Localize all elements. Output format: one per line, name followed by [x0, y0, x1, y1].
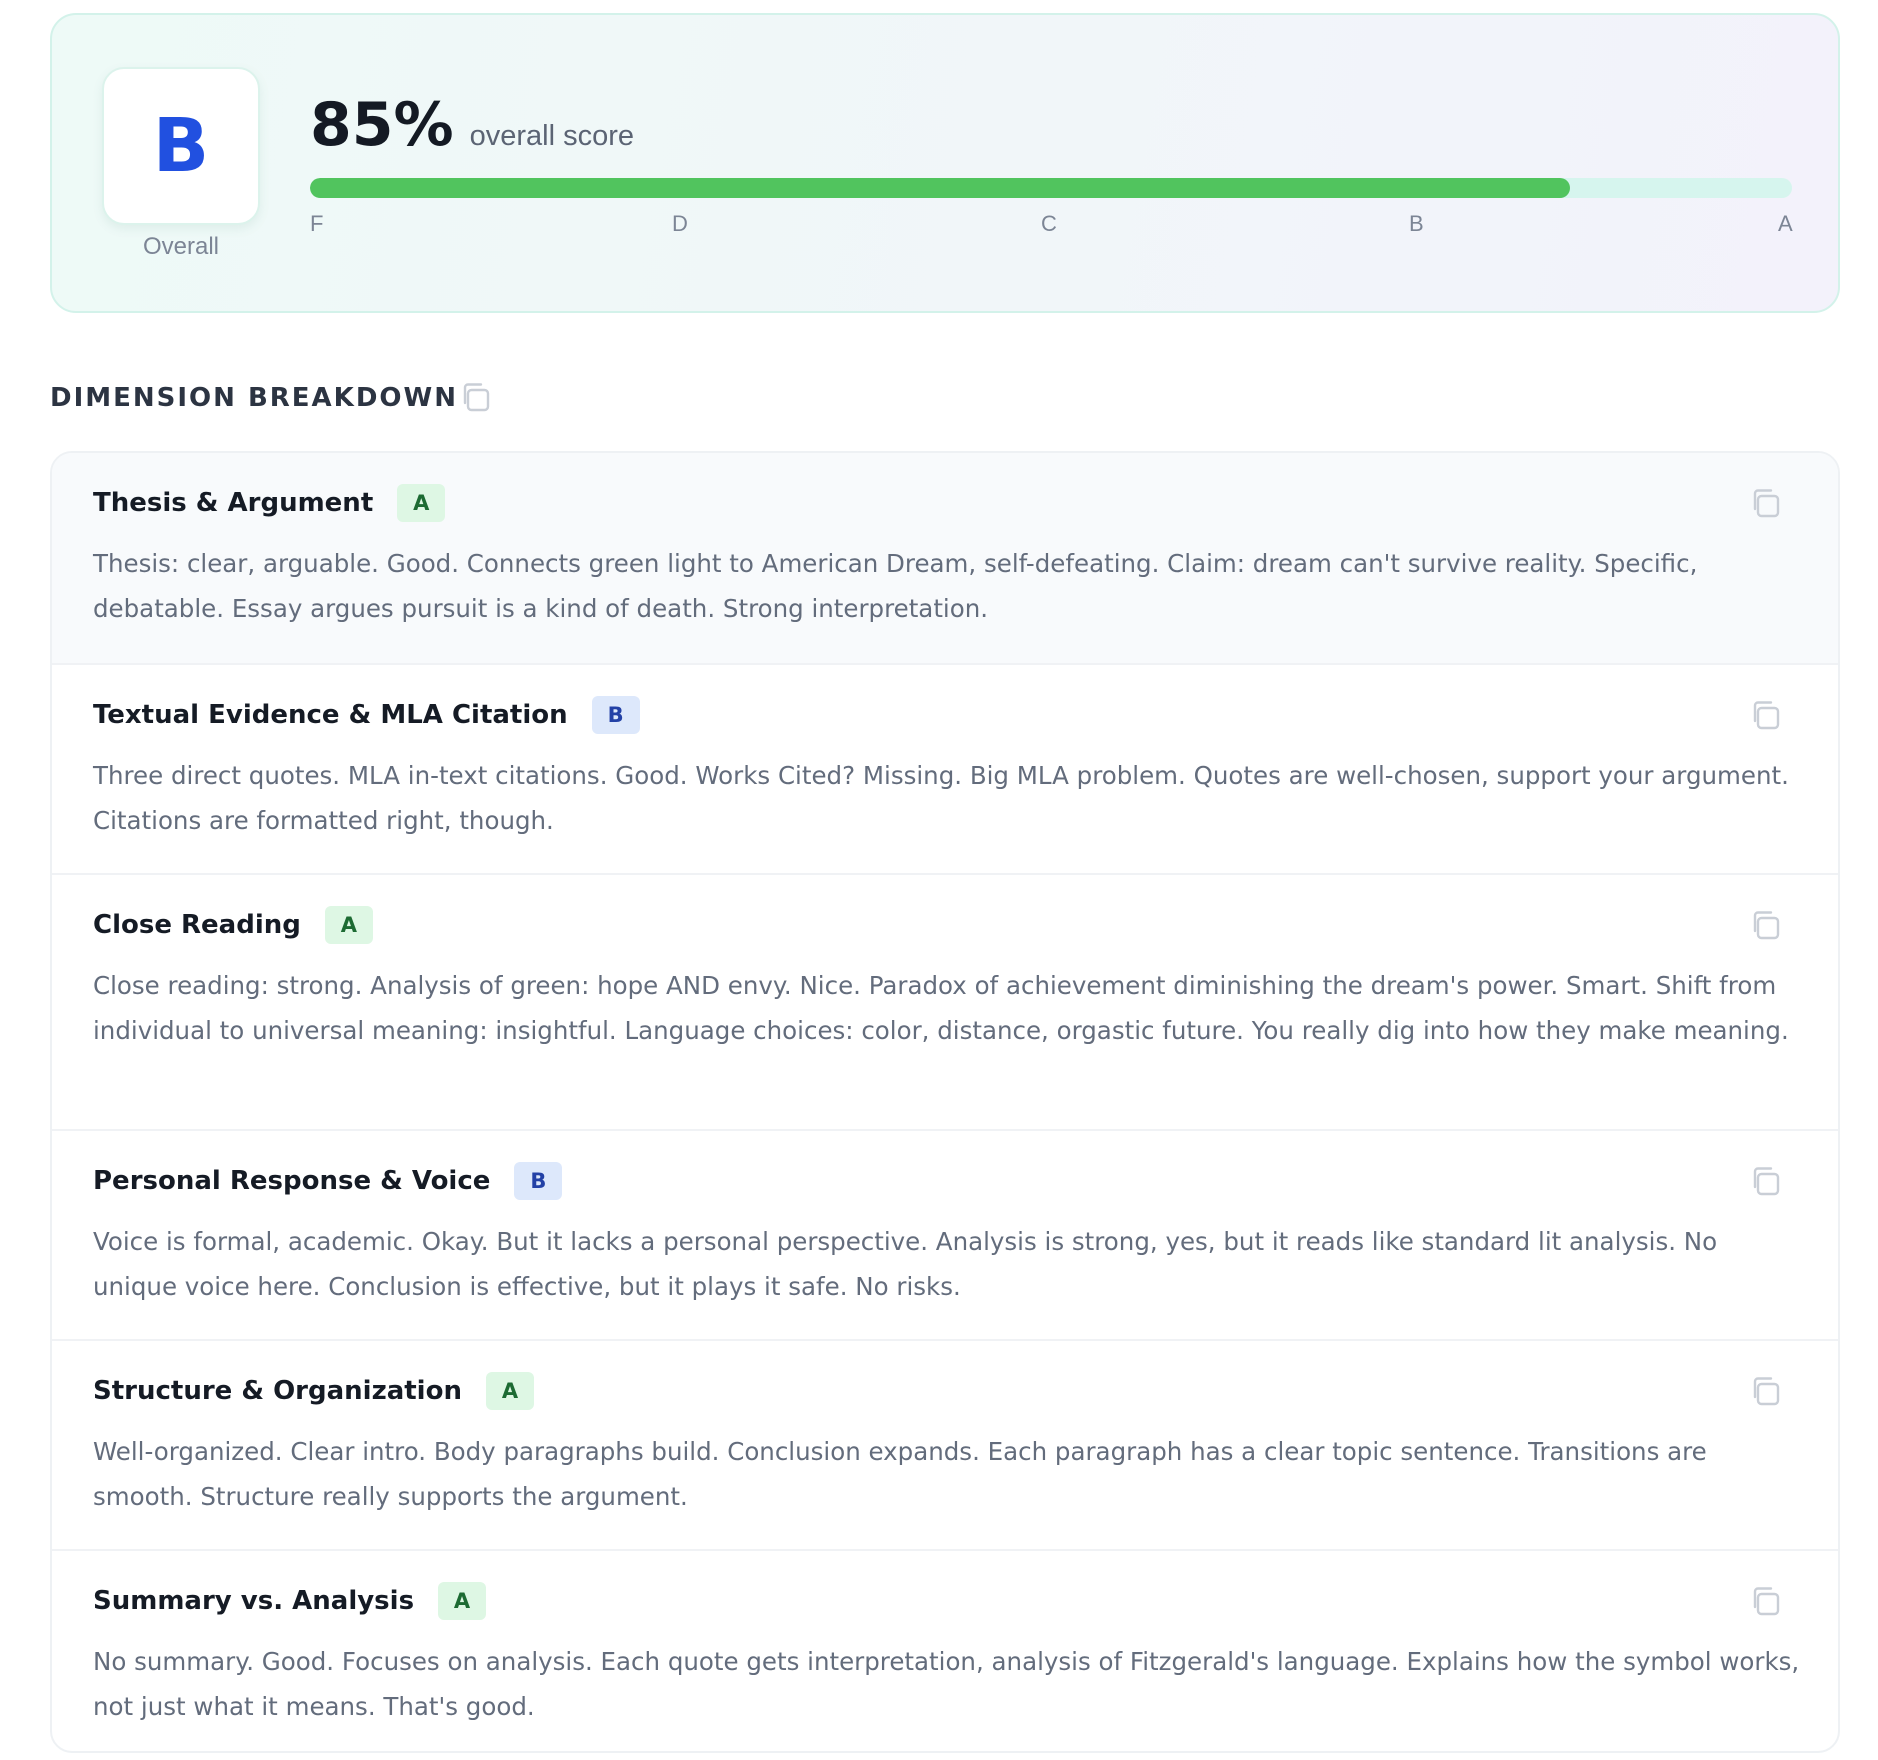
dimension-feedback: Thesis: clear, arguable. Good. Connects … — [93, 549, 1698, 623]
dimension-feedback: Voice is formal, academic. Okay. But it … — [93, 1227, 1718, 1301]
dimension-name: Close Reading — [93, 910, 301, 940]
overall-grade-letter: B — [152, 103, 210, 189]
dimension-grade-badge: B — [591, 696, 640, 734]
score-percent: 85% — [310, 90, 454, 160]
overall-grade-box: B — [102, 67, 260, 225]
copy-icon[interactable] — [1750, 487, 1782, 519]
dimension-name: Structure & Organization — [93, 1376, 462, 1406]
score-line: 85% overall score — [310, 95, 634, 155]
dimension-name: Personal Response & Voice — [93, 1166, 491, 1196]
overall-score-card: B Overall 85% overall score F D C B A — [50, 13, 1840, 313]
dimension-feedback: Close reading: strong. Analysis of green… — [93, 971, 1789, 1045]
scale-label-b: B — [1409, 211, 1424, 236]
dimension-grade-badge: A — [485, 1372, 534, 1410]
dimension-item: Thesis & Argument A Thesis: clear, argua… — [52, 453, 1838, 663]
dimension-feedback: Well-organized. Clear intro. Body paragr… — [93, 1437, 1707, 1511]
dimension-grade-badge: A — [438, 1582, 487, 1620]
score-label: overall score — [469, 120, 635, 152]
dimension-header: Structure & Organization A — [93, 1371, 534, 1411]
scale-label-f: F — [310, 211, 324, 236]
copy-icon[interactable] — [1750, 1375, 1782, 1407]
scale-label-c: C — [1041, 211, 1057, 236]
score-progress-fill — [310, 178, 1570, 198]
dimension-grade-badge: B — [514, 1162, 563, 1200]
copy-icon[interactable] — [1750, 699, 1782, 731]
dimension-header: Thesis & Argument A — [93, 483, 446, 523]
copy-icon[interactable] — [1750, 1165, 1782, 1197]
dimension-item: Structure & Organization A Well-organize… — [52, 1339, 1838, 1549]
dimension-name: Textual Evidence & MLA Citation — [93, 700, 568, 730]
grading-report: B Overall 85% overall score F D C B A DI… — [0, 0, 1878, 1760]
dimension-name: Thesis & Argument — [93, 488, 374, 518]
dimension-list: Thesis & Argument A Thesis: clear, argua… — [50, 451, 1840, 1753]
copy-icon[interactable] — [1750, 909, 1782, 941]
dimension-item: Summary vs. Analysis A No summary. Good.… — [52, 1549, 1838, 1751]
dimension-item: Textual Evidence & MLA Citation B Three … — [52, 663, 1838, 873]
overall-grade-caption: Overall — [142, 233, 220, 260]
dimension-header: Textual Evidence & MLA Citation B — [93, 695, 640, 735]
scale-label-a: A — [1778, 211, 1793, 236]
dimension-item: Personal Response & Voice B Voice is for… — [52, 1129, 1838, 1339]
section-title: DIMENSION BREAKDOWN — [50, 383, 458, 413]
dimension-feedback: No summary. Good. Focuses on analysis. E… — [93, 1647, 1800, 1721]
copy-icon[interactable] — [1750, 1585, 1782, 1617]
dimension-header: Close Reading A — [93, 905, 373, 945]
scale-label-d: D — [672, 211, 688, 236]
dimension-name: Summary vs. Analysis — [93, 1586, 415, 1616]
dimension-feedback: Three direct quotes. MLA in-text citatio… — [93, 761, 1789, 835]
score-progress-bar — [310, 178, 1792, 198]
dimension-header: Personal Response & Voice B — [93, 1161, 563, 1201]
dimension-grade-badge: A — [324, 906, 373, 944]
dimension-header: Summary vs. Analysis A — [93, 1581, 487, 1621]
dimension-grade-badge: A — [397, 484, 446, 522]
copy-icon[interactable] — [460, 381, 492, 413]
grade-scale: F D C B A — [310, 211, 1793, 241]
dimension-item: Close Reading A Close reading: strong. A… — [52, 873, 1838, 1129]
